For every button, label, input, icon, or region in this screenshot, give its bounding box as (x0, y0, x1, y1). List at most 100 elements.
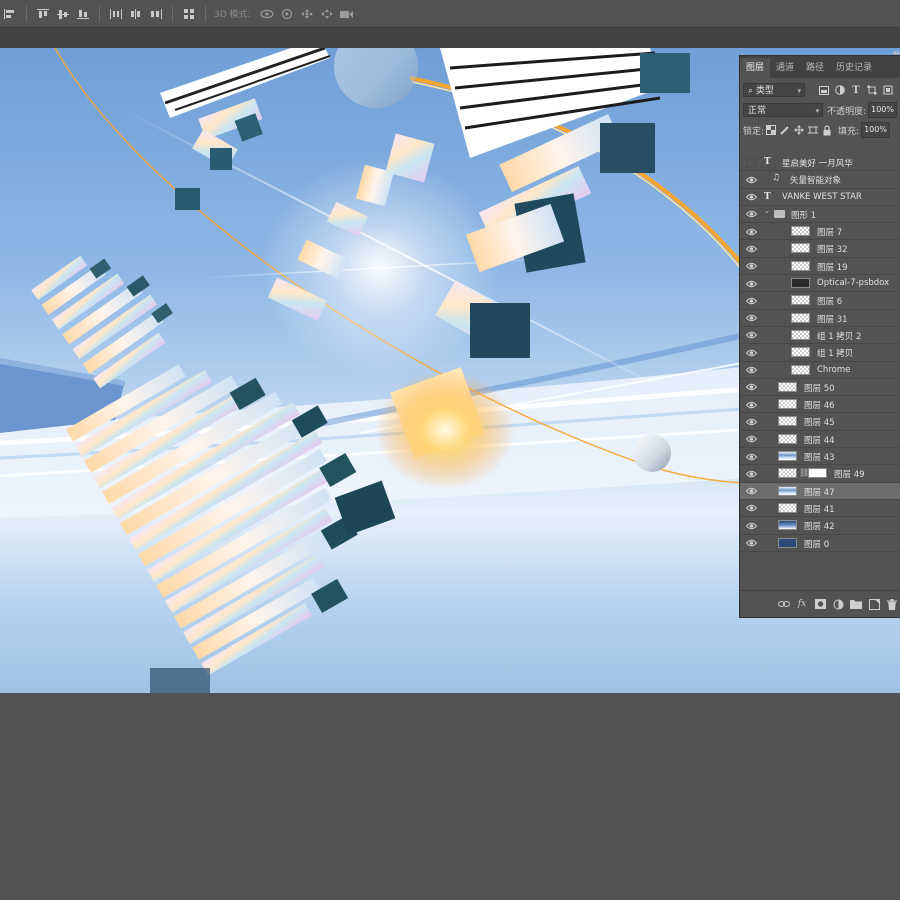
chevron-down-icon[interactable]: ⌄ (764, 207, 770, 215)
filter-type-icon[interactable]: T (849, 83, 863, 97)
layer-row[interactable]: 图层 32 (740, 240, 900, 258)
layer-name: 星启美好 一月风华 (782, 159, 853, 169)
layer-row[interactable]: 图层 45 (740, 413, 900, 431)
filter-shape-icon[interactable] (865, 83, 879, 97)
layer-row[interactable]: 图层 41 (740, 500, 900, 518)
visibility-eye-icon[interactable] (744, 174, 758, 185)
layer-thumbnail (791, 243, 810, 254)
align-top-edges-icon[interactable] (33, 3, 53, 25)
visibility-eye-icon[interactable] (744, 520, 758, 531)
tab-channels[interactable]: 通道 (770, 58, 800, 78)
visibility-eye-icon[interactable] (744, 416, 758, 427)
filter-adjustment-icon[interactable] (833, 83, 847, 97)
panel-collapse-icon[interactable]: ◂◂ (892, 48, 899, 57)
layer-name: Chrome (817, 364, 851, 375)
lock-image-pixels-icon[interactable] (778, 123, 792, 137)
lock-all-icon[interactable] (820, 123, 834, 137)
visibility-eye-icon[interactable] (744, 192, 758, 203)
blend-mode-select[interactable]: 正常 ▾ (743, 103, 824, 117)
layer-filter-kind-select[interactable]: ⌕ 类型 ▾ (743, 83, 805, 97)
layer-row[interactable]: ⛓ 图层 49 (740, 465, 900, 483)
filter-smart-object-icon[interactable] (881, 83, 895, 97)
tab-layers[interactable]: 图层 (740, 58, 771, 78)
visibility-eye-icon[interactable] (744, 226, 758, 237)
orbit-3d-icon[interactable] (257, 3, 277, 25)
fx-icon[interactable]: fx (793, 595, 811, 613)
layer-row[interactable]: 图层 31 (740, 310, 900, 327)
layer-row[interactable]: 图层 42 (740, 517, 900, 535)
layer-row[interactable]: ♫ 矢量智能对象 (740, 171, 900, 189)
document-tab-strip (0, 28, 900, 48)
tab-history[interactable]: 历史记录 (830, 58, 878, 78)
visibility-eye-icon[interactable] (744, 295, 758, 306)
fill-input[interactable]: 100% (861, 122, 890, 138)
visibility-off-icon[interactable] (744, 157, 758, 168)
visibility-eye-icon[interactable] (744, 538, 758, 549)
distribute-right-icon[interactable] (146, 3, 166, 25)
layer-row[interactable]: 图层 0 (740, 535, 900, 552)
lock-transparent-pixels-icon[interactable] (764, 123, 778, 137)
visibility-eye-icon[interactable] (744, 313, 758, 324)
visibility-eye-icon[interactable] (744, 468, 758, 479)
visibility-eye-icon[interactable] (744, 209, 758, 220)
mode-3d-label: 3D 模式: (214, 10, 251, 20)
distribute-centers-icon[interactable] (126, 3, 146, 25)
filter-pixel-icon[interactable] (817, 83, 831, 97)
layer-row[interactable]: Chrome (740, 362, 900, 379)
add-mask-icon[interactable] (811, 595, 829, 613)
layer-thumbnail (778, 451, 797, 462)
layer-row[interactable]: 图层 50 (740, 379, 900, 397)
layer-row[interactable]: 图层 19 (740, 258, 900, 276)
visibility-eye-icon[interactable] (744, 261, 758, 272)
layer-row[interactable]: 组 1 拷贝 (740, 344, 900, 362)
visibility-eye-icon[interactable] (744, 503, 758, 514)
tab-paths[interactable]: 路径 (800, 58, 830, 78)
visibility-eye-icon[interactable] (744, 243, 758, 254)
layer-row[interactable]: 组 1 拷贝 2 (740, 327, 900, 345)
layer-row[interactable]: 图层 43 (740, 448, 900, 466)
visibility-eye-icon[interactable] (744, 382, 758, 393)
layer-row[interactable]: 图层 44 (740, 431, 900, 449)
align-left-edges-icon[interactable] (0, 3, 20, 25)
new-layer-icon[interactable] (865, 595, 883, 613)
layer-row[interactable]: T VANKE WEST STAR (740, 189, 900, 206)
smart-object-icon: ♫ (772, 173, 781, 184)
layer-row[interactable]: 图层 47 (740, 482, 900, 500)
layer-thumbnail (791, 329, 810, 340)
layer-name: 图层 49 (834, 470, 865, 481)
visibility-eye-icon[interactable] (744, 347, 758, 358)
auto-align-icon[interactable] (179, 3, 199, 25)
lock-position-icon[interactable] (792, 123, 806, 137)
visibility-eye-icon[interactable] (744, 365, 758, 376)
layer-row[interactable]: ⌄ 图形 1 (740, 206, 900, 224)
opacity-input[interactable]: 100% (868, 102, 897, 118)
visibility-eye-icon[interactable] (744, 451, 758, 462)
pan-3d-icon[interactable] (297, 3, 317, 25)
delete-layer-icon[interactable] (883, 595, 900, 613)
visibility-eye-icon[interactable] (744, 330, 758, 341)
layer-row[interactable]: 图层 6 (740, 292, 900, 310)
toolbar-divider (26, 5, 27, 22)
layer-thumbnail (778, 416, 797, 427)
adjustment-layer-icon[interactable] (829, 595, 847, 613)
type-layer-icon: T (764, 191, 771, 202)
layer-row[interactable]: Optical-7-psbdox (740, 275, 900, 293)
layer-mask-thumbnail[interactable] (808, 468, 827, 479)
lock-artboard-icon[interactable] (806, 123, 820, 137)
visibility-eye-icon[interactable] (744, 486, 758, 497)
link-layers-icon[interactable] (775, 595, 793, 613)
visibility-eye-icon[interactable] (744, 399, 758, 410)
layer-row[interactable]: 图层 46 (740, 396, 900, 414)
visibility-eye-icon[interactable] (744, 434, 758, 445)
align-bottom-edges-icon[interactable] (73, 3, 93, 25)
distribute-horizontal-icon[interactable] (106, 3, 126, 25)
align-vertical-centers-icon[interactable] (53, 3, 73, 25)
roll-3d-icon[interactable] (277, 3, 297, 25)
slide-3d-icon[interactable] (317, 3, 337, 25)
layer-row[interactable]: T 星启美好 一月风华 (740, 154, 900, 172)
layer-name: Optical-7-psbdox (817, 278, 890, 289)
scale-3d-icon[interactable] (337, 3, 357, 25)
new-group-icon[interactable] (847, 595, 865, 613)
visibility-eye-icon[interactable] (744, 278, 758, 289)
layer-row[interactable]: 图层 7 (740, 223, 900, 241)
